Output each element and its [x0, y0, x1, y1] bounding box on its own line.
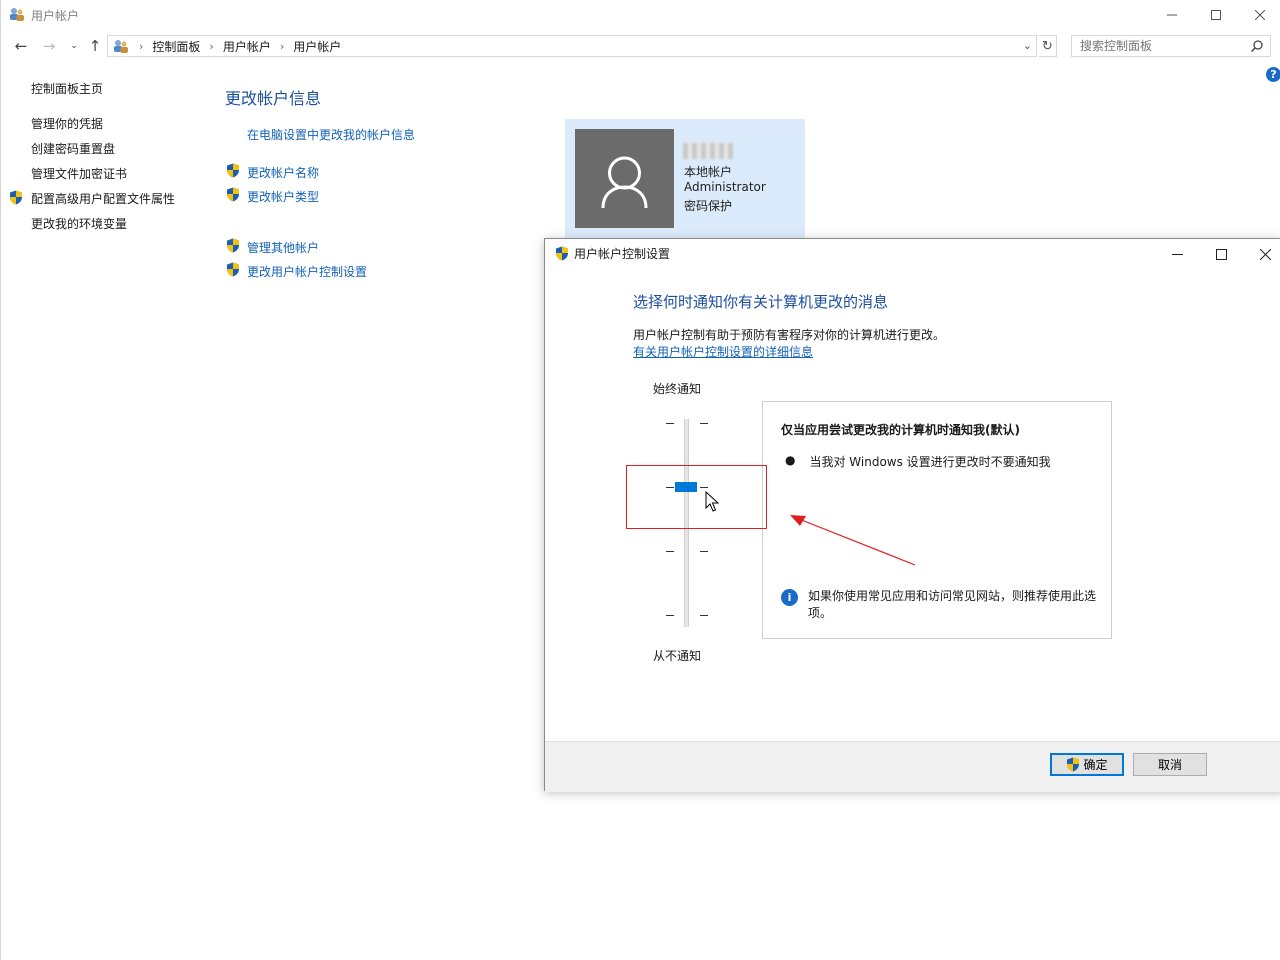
- maximize-icon: [1211, 10, 1221, 20]
- close-button[interactable]: [1237, 0, 1280, 30]
- dialog-close-button[interactable]: [1243, 239, 1280, 269]
- slider-bottom-label: 从不通知: [653, 649, 702, 663]
- uac-settings-link[interactable]: 更改用户帐户控制设置: [247, 263, 367, 280]
- recommendation-text: 如果你使用常见应用和访问常见网站，则推荐使用此选项。: [808, 589, 1097, 620]
- dialog-title-bar: 用户帐户控制设置: [555, 245, 670, 262]
- users-icon: [114, 40, 128, 53]
- slider-top-label: 始终通知: [653, 382, 702, 396]
- forward-button[interactable]: →: [39, 36, 59, 56]
- manage-other-accounts-link[interactable]: 管理其他帐户: [247, 239, 319, 256]
- uac-shield-icon: [227, 163, 239, 178]
- minimize-icon: [1167, 14, 1177, 16]
- chevron-down-icon: ⌄: [70, 41, 78, 51]
- info-icon: i: [781, 589, 798, 606]
- breadcrumb-user-accounts[interactable]: 用户帐户: [223, 38, 271, 55]
- account-type: 本地帐户: [684, 165, 733, 179]
- change-account-name-link[interactable]: 更改帐户名称: [247, 164, 319, 181]
- uac-shield-icon: [556, 246, 568, 261]
- users-icon: [10, 8, 24, 21]
- bullet-icon: ●: [785, 453, 796, 467]
- title-bar: 用户帐户: [1, 0, 1280, 30]
- close-icon: [1259, 248, 1271, 260]
- minimize-button[interactable]: [1149, 0, 1195, 30]
- sidebar-item-credentials[interactable]: 管理你的凭据: [31, 115, 103, 132]
- arrow-up-icon: ↑: [88, 37, 102, 55]
- annotation-arrow: [790, 515, 916, 566]
- breadcrumb-separator: ›: [279, 39, 285, 53]
- refresh-icon: ↻: [1042, 38, 1053, 54]
- account-group: Administrator: [684, 180, 766, 194]
- close-icon: [1255, 10, 1265, 20]
- uac-shield-icon: [1067, 757, 1080, 772]
- maximize-icon: [1215, 248, 1227, 260]
- slider-tick: [700, 551, 708, 552]
- dialog-heading: 选择何时通知你有关计算机更改的消息: [633, 293, 889, 311]
- slider-tick: [666, 615, 674, 616]
- sidebar-item-environment-variables[interactable]: 更改我的环境变量: [31, 215, 127, 232]
- navigation-bar: ← → ⌄ ↑ › 控制面板 › 用户帐户 › 用户帐户 ⌄ ↻: [1, 32, 1280, 60]
- sidebar-item-encryption-certificates[interactable]: 管理文件加密证书: [31, 165, 127, 182]
- sidebar-item-password-reset-disk[interactable]: 创建密码重置盘: [31, 140, 115, 157]
- ok-label: 确定: [1083, 758, 1108, 772]
- search-icon: [1250, 40, 1263, 53]
- uac-shield-icon: [227, 262, 239, 277]
- mouse-cursor-icon: [705, 491, 719, 512]
- up-button[interactable]: ↑: [85, 36, 105, 56]
- account-card: 本地帐户 Administrator 密码保护: [565, 119, 805, 239]
- arrow-left-icon: ←: [14, 37, 28, 55]
- annotation-highlight-box: [626, 465, 767, 529]
- level-bullet: ● 当我对 Windows 设置进行更改时不要通知我: [785, 453, 1051, 470]
- slider-tick: [700, 423, 708, 424]
- dialog-description: 用户帐户控制有助于预防有害程序对你的计算机进行更改。: [633, 328, 946, 342]
- change-account-type-link[interactable]: 更改帐户类型: [247, 188, 319, 205]
- minimize-icon: [1171, 253, 1183, 255]
- dialog-maximize-button[interactable]: [1199, 239, 1243, 269]
- slider-tick: [666, 423, 674, 424]
- recommendation-note: i 如果你使用常见应用和访问常见网站，则推荐使用此选项。: [781, 588, 1101, 622]
- breadcrumb-separator: ›: [209, 39, 214, 53]
- sidebar-item-home[interactable]: 控制面板主页: [31, 80, 103, 97]
- level-bullet-text: 当我对 Windows 设置进行更改时不要通知我: [809, 455, 1051, 469]
- help-button[interactable]: ?: [1266, 67, 1280, 82]
- ok-button[interactable]: 确定: [1050, 753, 1124, 776]
- breadcrumb-separator: ›: [139, 39, 144, 53]
- window-title: 用户帐户: [31, 9, 80, 23]
- question-icon: ?: [1270, 68, 1277, 81]
- account-name-blurred: [683, 143, 733, 159]
- breadcrumb-user-accounts-current[interactable]: 用户帐户: [293, 38, 341, 55]
- back-button[interactable]: ←: [11, 36, 31, 56]
- page-title: 更改帐户信息: [225, 89, 322, 108]
- uac-shield-icon: [227, 187, 239, 202]
- recent-locations-button[interactable]: ⌄: [64, 36, 84, 56]
- pc-settings-link[interactable]: 在电脑设置中更改我的帐户信息: [247, 126, 415, 143]
- arrow-right-icon: →: [42, 37, 56, 55]
- uac-shield-icon: [10, 190, 22, 205]
- user-icon: [601, 156, 648, 209]
- uac-shield-icon: [227, 238, 239, 253]
- search-input[interactable]: [1072, 36, 1242, 56]
- chevron-down-icon[interactable]: ⌄: [1023, 39, 1032, 52]
- avatar: [575, 129, 674, 228]
- uac-details-link[interactable]: 有关用户帐户控制设置的详细信息: [633, 343, 813, 360]
- dialog-footer: 确定 取消: [545, 741, 1280, 792]
- breadcrumb-control-panel[interactable]: 控制面板: [152, 38, 200, 55]
- cancel-button[interactable]: 取消: [1133, 753, 1207, 776]
- maximize-button[interactable]: [1193, 0, 1239, 30]
- password-status: 密码保护: [684, 199, 733, 213]
- dialog-title: 用户帐户控制设置: [574, 247, 671, 261]
- address-bar[interactable]: › 控制面板 › 用户帐户 › 用户帐户 ⌄: [107, 35, 1037, 57]
- slider-tick: [666, 551, 674, 552]
- slider-tick: [700, 615, 708, 616]
- search-box[interactable]: [1071, 35, 1271, 57]
- dialog-minimize-button[interactable]: [1155, 239, 1199, 269]
- sidebar-item-advanced-profile[interactable]: 配置高级用户配置文件属性: [31, 190, 175, 207]
- level-title: 仅当应用尝试更改我的计算机时通知我(默认): [781, 423, 1020, 437]
- refresh-button[interactable]: ↻: [1039, 35, 1057, 57]
